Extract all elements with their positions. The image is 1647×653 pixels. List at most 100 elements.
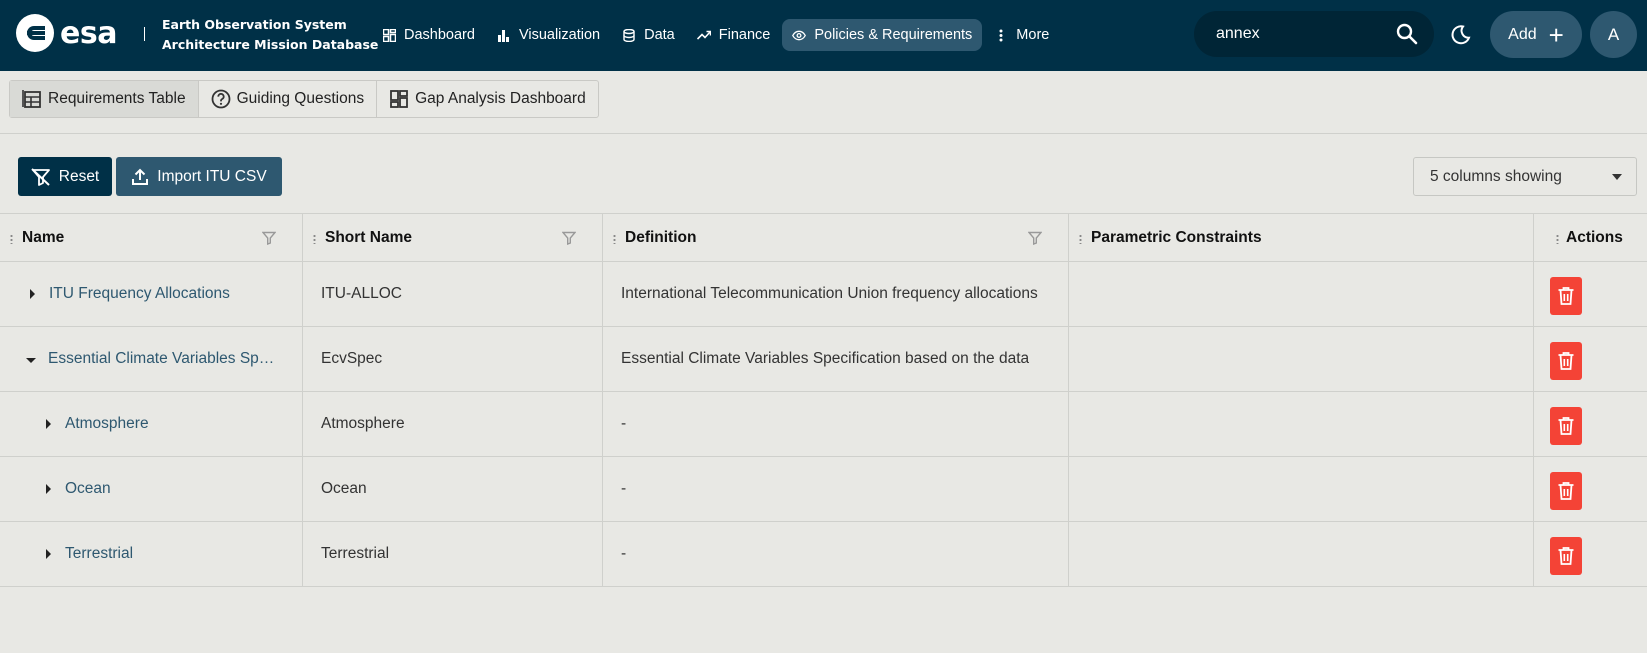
app-title-line1: Earth Observation System <box>162 17 347 32</box>
chevron-down-icon <box>1612 174 1622 180</box>
constraints-cell <box>1069 457 1534 521</box>
row-name-link[interactable]: Essential Climate Variables Specificatio… <box>48 350 278 368</box>
app-title-line2: Architecture Mission Database <box>162 37 379 52</box>
row-name-link[interactable]: Terrestrial <box>65 545 133 563</box>
actions-cell <box>1534 392 1647 456</box>
delete-button[interactable] <box>1550 407 1582 445</box>
drag-handle-icon[interactable] <box>313 234 316 244</box>
delete-button[interactable] <box>1550 472 1582 510</box>
constraints-cell <box>1069 262 1534 326</box>
short-name-cell: Atmosphere <box>303 392 603 456</box>
eye-icon <box>792 28 807 42</box>
nav-dashboard[interactable]: Dashboard <box>372 19 485 51</box>
table-icon <box>22 90 41 108</box>
name-cell: Atmosphere <box>0 392 303 456</box>
drag-handle-icon[interactable] <box>1556 234 1559 244</box>
database-icon <box>622 28 636 42</box>
constraints-cell <box>1069 327 1534 391</box>
column-header-parametric-constraints[interactable]: Parametric Constraints <box>1069 214 1534 261</box>
logo-separator <box>144 27 145 41</box>
trash-icon <box>1558 417 1574 435</box>
definition-cell: International Telecommunication Union fr… <box>603 262 1069 326</box>
add-button[interactable]: Add + <box>1490 11 1582 58</box>
top-app-bar: esa Earth Observation System Architectur… <box>0 0 1647 71</box>
column-header-name[interactable]: Name <box>0 214 303 261</box>
definition-cell: - <box>603 457 1069 521</box>
expand-icon[interactable] <box>46 484 51 494</box>
more-vertical-icon <box>994 28 1008 42</box>
short-name-cell: ITU-ALLOC <box>303 262 603 326</box>
trash-icon <box>1558 547 1574 565</box>
definition-cell: Essential Climate Variables Specificatio… <box>603 327 1069 391</box>
expand-icon[interactable] <box>46 549 51 559</box>
drag-handle-icon[interactable] <box>1079 234 1082 244</box>
drag-handle-icon[interactable] <box>10 234 13 244</box>
plus-icon: + <box>1548 19 1564 50</box>
nav-finance[interactable]: Finance <box>687 19 781 51</box>
search-input[interactable] <box>1216 25 1386 43</box>
column-header-actions: Actions <box>1534 214 1647 261</box>
short-name-cell: Terrestrial <box>303 522 603 586</box>
main-nav: Dashboard Visualization Data Finance Pol… <box>372 18 1061 52</box>
definition-cell: - <box>603 522 1069 586</box>
row-name-link[interactable]: Atmosphere <box>65 415 149 433</box>
delete-button[interactable] <box>1550 342 1582 380</box>
help-circle-icon <box>211 89 230 109</box>
trash-icon <box>1558 352 1574 370</box>
column-header-definition[interactable]: Definition <box>603 214 1069 261</box>
requirements-table: Name Short Name Definition Parametric Co… <box>0 213 1647 587</box>
tab-guiding-questions[interactable]: Guiding Questions <box>199 81 378 117</box>
actions-cell <box>1534 327 1647 391</box>
column-header-short-name[interactable]: Short Name <box>303 214 603 261</box>
tab-divider <box>0 133 1647 134</box>
app-title: Earth Observation System Architecture Mi… <box>162 15 378 55</box>
short-name-cell: Ocean <box>303 457 603 521</box>
name-cell: Ocean <box>0 457 303 521</box>
search-icon[interactable] <box>1396 23 1418 45</box>
name-cell: Terrestrial <box>0 522 303 586</box>
collapse-icon[interactable] <box>26 357 36 363</box>
trash-icon <box>1558 287 1574 305</box>
delete-button[interactable] <box>1550 537 1582 575</box>
filter-icon[interactable] <box>1027 231 1043 250</box>
user-avatar[interactable]: A <box>1590 11 1637 58</box>
constraints-cell <box>1069 392 1534 456</box>
columns-visibility-select[interactable]: 5 columns showing <box>1413 157 1637 196</box>
delete-button[interactable] <box>1550 277 1582 315</box>
esa-logo-text: esa <box>60 15 117 51</box>
row-name-link[interactable]: ITU Frequency Allocations <box>49 285 230 303</box>
table-row: Terrestrial Terrestrial - <box>0 522 1647 587</box>
nav-policies-requirements[interactable]: Policies & Requirements <box>782 19 983 51</box>
nav-more[interactable]: More <box>984 19 1059 51</box>
expand-icon[interactable] <box>30 289 35 299</box>
row-name-link[interactable]: Ocean <box>65 480 111 498</box>
dashboard-icon <box>382 28 396 42</box>
esa-logo-mark <box>16 14 54 52</box>
constraints-cell <box>1069 522 1534 586</box>
tab-requirements-table[interactable]: Requirements Table <box>10 81 199 117</box>
table-row: Ocean Ocean - <box>0 457 1647 522</box>
reset-button[interactable]: Reset <box>18 157 112 196</box>
table-row: Essential Climate Variables Specificatio… <box>0 327 1647 392</box>
table-row: Atmosphere Atmosphere - <box>0 392 1647 457</box>
drag-handle-icon[interactable] <box>613 234 616 244</box>
bar-chart-icon <box>497 28 511 42</box>
dark-mode-toggle-icon[interactable] <box>1448 23 1472 47</box>
filter-icon[interactable] <box>561 231 577 250</box>
actions-cell <box>1534 522 1647 586</box>
trash-icon <box>1558 482 1574 500</box>
view-tabs: Requirements Table Guiding Questions Gap… <box>9 80 599 118</box>
esa-logo[interactable]: esa <box>16 14 117 52</box>
filter-icon[interactable] <box>261 231 277 250</box>
nav-data[interactable]: Data <box>612 19 685 51</box>
filter-off-icon <box>31 167 50 186</box>
global-search <box>1194 11 1434 57</box>
actions-cell <box>1534 262 1647 326</box>
definition-cell: - <box>603 392 1069 456</box>
expand-icon[interactable] <box>46 419 51 429</box>
name-cell: Essential Climate Variables Specificatio… <box>0 327 303 391</box>
nav-visualization[interactable]: Visualization <box>487 19 610 51</box>
import-itu-csv-button[interactable]: Import ITU CSV <box>116 157 282 196</box>
dashboard-icon <box>390 90 409 108</box>
tab-gap-analysis-dashboard[interactable]: Gap Analysis Dashboard <box>377 81 598 117</box>
